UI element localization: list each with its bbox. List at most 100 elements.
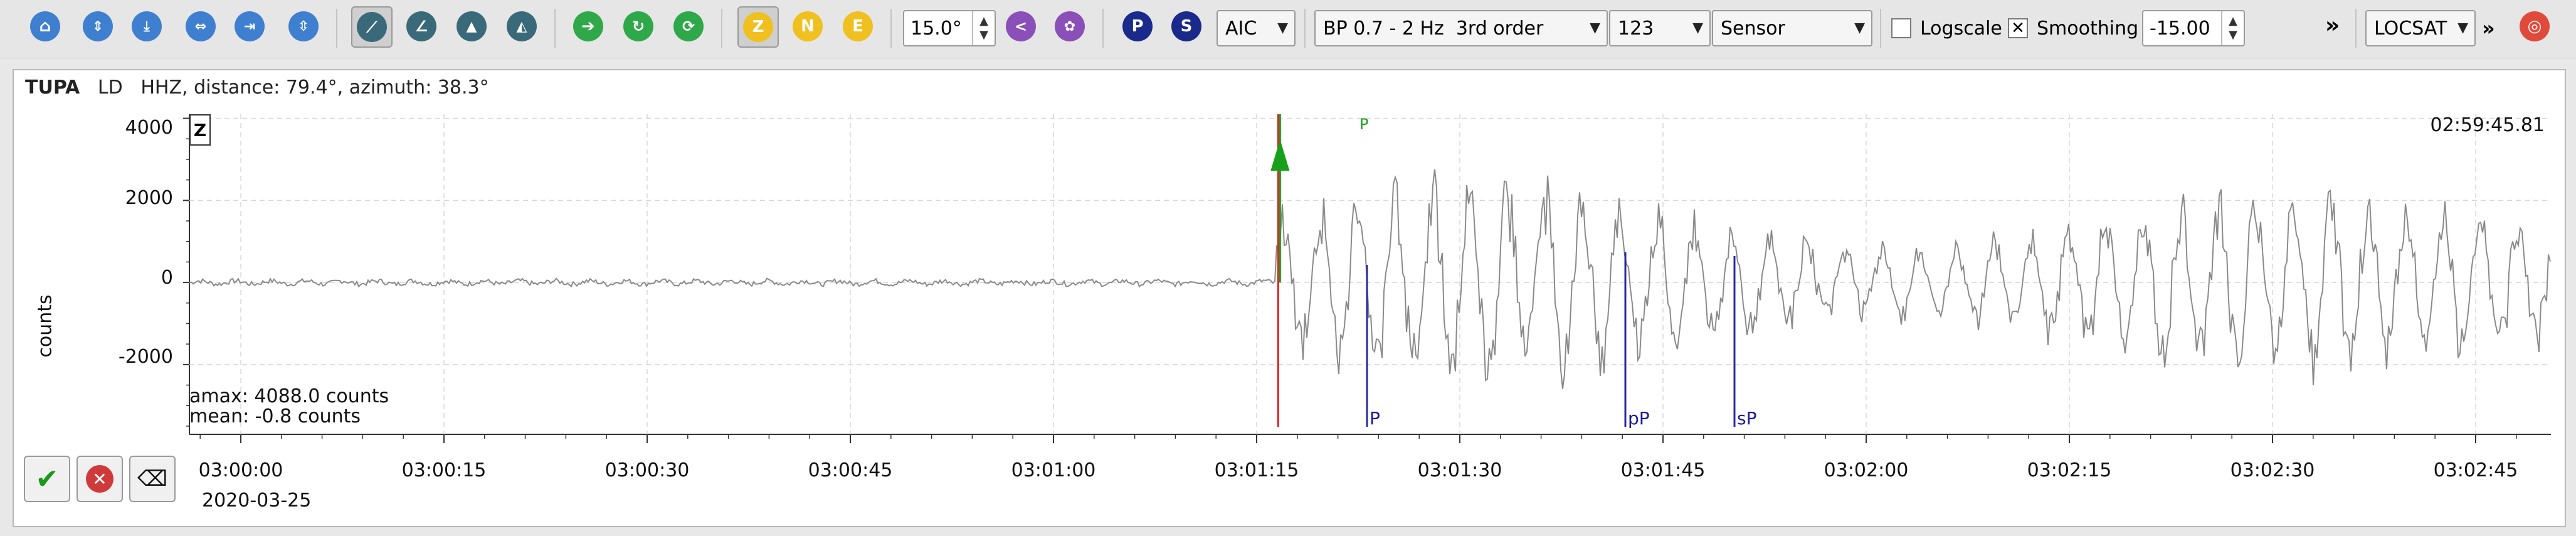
smoothing-label: Smoothing	[2037, 17, 2139, 40]
units-combo[interactable]: Sensor ▼	[1712, 10, 1872, 46]
locator-value: LOCSAT	[2374, 17, 2447, 40]
filter-value: BP 0.7 - 2 Hz 3rd order	[1323, 17, 1544, 40]
zoom-in-vertical-button[interactable]: ⇕	[78, 6, 118, 46]
chevron-down-icon: ▼	[1692, 20, 1703, 36]
pick-label-pp: pP	[1628, 408, 1650, 429]
amax-label: amax: 4088.0 counts	[189, 385, 389, 407]
collapse-vertical-icon: ⤓	[132, 11, 162, 41]
refresh-icon: ⟳	[673, 11, 704, 41]
offset-value: -15.00	[2150, 17, 2210, 40]
toolbar-separator	[1304, 9, 1306, 48]
seismogram-plot[interactable]	[14, 70, 2565, 526]
home-button[interactable]: ⌂	[25, 6, 65, 46]
number-value: 123	[1618, 17, 1654, 40]
x-tick-label: 03:00:00	[198, 459, 283, 481]
trace-panel: TUPA LD HHZ, distance: 79.4°, azimuth: 3…	[13, 69, 2566, 527]
align-button[interactable]: ⟋	[351, 6, 393, 48]
filter-combo[interactable]: BP 0.7 - 2 Hz 3rd order ▼	[1314, 10, 1608, 46]
component-badge: Z	[189, 114, 211, 146]
fit-icon: ⇳	[288, 11, 319, 41]
locator-combo[interactable]: LOCSAT ▼	[2365, 10, 2476, 46]
zoom-out-horizontal-button[interactable]: ⇥	[230, 6, 270, 46]
trace-time: 02:59:45.81	[2430, 114, 2545, 136]
rotate-button[interactable]: ∠	[401, 6, 441, 46]
angle-icon: ∠	[406, 11, 436, 41]
particle-motion-button[interactable]: ◭	[502, 6, 542, 46]
logscale-box[interactable]	[1891, 18, 1911, 38]
x-tick-label: 03:00:15	[401, 459, 487, 481]
expand-vertical-icon: ⇕	[83, 11, 113, 41]
set-p-button[interactable]: P	[1117, 6, 1158, 46]
x-tick-label: 03:01:30	[1417, 459, 1502, 481]
picker-combo[interactable]: AIC ▼	[1217, 10, 1296, 46]
x-tick-label: 03:01:00	[1011, 459, 1096, 481]
distance-spinbox[interactable]: 15.0° ▲ ▼	[903, 10, 996, 46]
chevron-down-icon: ▼	[1854, 20, 1865, 36]
component-e-button[interactable]: E	[838, 6, 878, 46]
pick-s-button[interactable]: ↻	[618, 6, 658, 46]
logscale-label: Logscale	[1920, 17, 2002, 40]
less-button[interactable]: <	[1001, 6, 1041, 46]
zoom-in-horizontal-button[interactable]: ⇔	[181, 6, 221, 46]
expand-horizontal-icon: ⇔	[186, 11, 216, 41]
logscale-checkbox[interactable]: Logscale	[1891, 10, 2002, 46]
less-than-icon: <	[1006, 11, 1036, 41]
chevron-down-icon: ▼	[1590, 20, 1600, 36]
more-button[interactable]: ✿	[1050, 6, 1090, 46]
align-icon: ⟋	[357, 12, 387, 42]
waveform-trace	[189, 169, 2551, 389]
x-tick-label: 03:00:30	[604, 459, 690, 481]
x-tick-label: 03:02:45	[2433, 459, 2518, 481]
toolbar-separator	[336, 9, 337, 48]
s-arrow-icon: ↻	[623, 11, 653, 41]
delete-button[interactable]: ⌫	[129, 456, 176, 502]
relocate-button[interactable]: ⟳	[668, 6, 709, 46]
number-combo[interactable]: 123 ▼	[1609, 10, 1711, 46]
component-n-button[interactable]: N	[788, 6, 828, 46]
chevron-down-icon: ▼	[2457, 20, 2468, 36]
accept-button[interactable]: ✔	[24, 456, 70, 502]
gear-icon: ✿	[1055, 11, 1085, 41]
picker-value: AIC	[1225, 17, 1257, 40]
toolbar-overflow-button-2[interactable]: »	[2482, 16, 2495, 60]
toolbar: ⌂ ⇕ ⤓ ⇔ ⇥ ⇳ ⟋ ∠ ▲ ◭ ➔ ↻ ⟳ Z N E 15.0° ▲ …	[0, 0, 2576, 58]
locate-button[interactable]: ◎	[2515, 6, 2555, 46]
collapse-horizontal-icon: ⇥	[235, 11, 265, 41]
x-tick-label: 03:01:15	[1214, 459, 1299, 481]
x-tick-label: 03:02:00	[1824, 459, 1909, 481]
x-tick-label: 03:02:15	[2027, 459, 2112, 481]
component-n-label: N	[793, 11, 823, 41]
reject-button[interactable]: ✕	[77, 456, 123, 502]
x-tick-label: 03:02:30	[2230, 459, 2315, 481]
zoom-out-vertical-button[interactable]: ⤓	[127, 6, 167, 46]
target-icon: ◎	[2520, 11, 2550, 41]
units-value: Sensor	[1721, 17, 1785, 40]
delete-icon: ⌫	[137, 466, 168, 491]
mean-label: mean: -0.8 counts	[189, 405, 361, 427]
spectrum-icon: ▲	[457, 11, 487, 41]
spin-arrows[interactable]: ▲ ▼	[972, 11, 995, 45]
toolbar-separator	[2355, 9, 2357, 48]
pick-p-button[interactable]: ➔	[568, 6, 608, 46]
smoothing-checkbox[interactable]: ✕ Smoothing	[2008, 10, 2138, 46]
checkmark-icon: ✔	[35, 463, 59, 495]
toolbar-separator	[721, 9, 722, 48]
toolbar-overflow-button[interactable]: »	[2325, 13, 2340, 56]
distance-value: 15.0°	[911, 17, 962, 40]
component-z-button[interactable]: Z	[737, 6, 779, 48]
toolbar-separator	[1880, 9, 1881, 48]
spectrum-button[interactable]: ▲	[451, 6, 492, 46]
set-s-button[interactable]: S	[1166, 6, 1206, 46]
spin-arrows[interactable]: ▲ ▼	[2221, 11, 2244, 45]
p-arrow-marker	[1270, 139, 1290, 171]
pick-label-sp: sP	[1737, 408, 1757, 429]
component-z-label: Z	[743, 12, 773, 42]
particle-motion-icon: ◭	[507, 11, 537, 41]
p-pick-label: P	[1122, 11, 1153, 41]
chevron-down-icon: ▼	[1277, 20, 1288, 36]
home-icon: ⌂	[30, 11, 60, 41]
offset-spinbox[interactable]: -15.00 ▲ ▼	[2142, 10, 2245, 46]
fit-button[interactable]: ⇳	[283, 6, 324, 46]
toolbar-separator	[554, 9, 556, 48]
smoothing-box[interactable]: ✕	[2008, 18, 2028, 38]
